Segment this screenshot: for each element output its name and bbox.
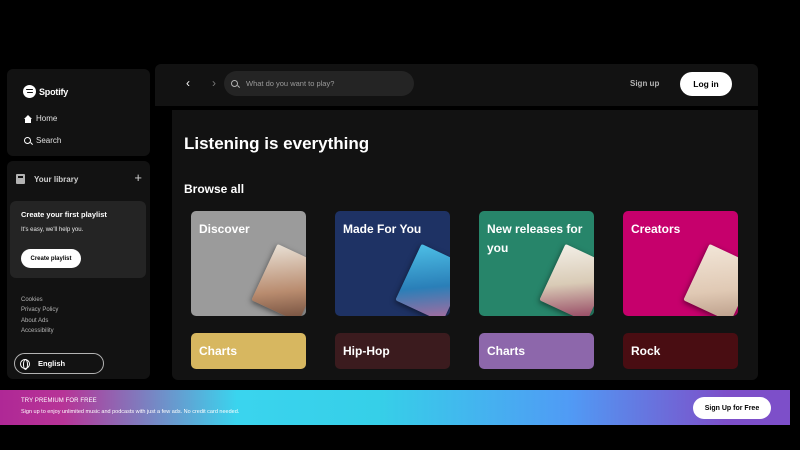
tile-charts[interactable]: Charts [191,333,306,369]
tile-label: Charts [487,344,526,358]
tile-artwork [395,243,450,316]
nav-search-label: Search [36,136,62,145]
tile-hip-hop[interactable]: Hip-Hop [335,333,450,369]
library-icon [16,174,25,184]
create-playlist-subtitle: It's easy, we'll help you. [21,227,84,233]
signup-free-button[interactable]: Sign Up for Free [693,397,771,419]
create-playlist-button[interactable]: Create playlist [21,249,81,268]
main-header: ‹ › Sign up Log in [155,64,758,106]
legal-link-accessibility[interactable]: Accessibility [21,326,58,336]
browse-title: Browse all [184,182,245,196]
tile-label: Discover [199,222,250,236]
sidebar-nav: Spotify Home Search [7,69,150,156]
tile-new-releases[interactable]: New releases for you [479,211,594,316]
library-title: Your library [34,174,79,184]
search-icon [231,79,239,88]
tile-artwork [251,243,306,316]
language-label: English [38,359,66,368]
tile-discover[interactable]: Discover [191,211,306,316]
search-input[interactable] [246,79,406,88]
search-bar[interactable] [224,71,414,96]
banner-title: TRY PREMIUM FOR FREE [21,398,97,404]
page-title: Listening is everything [184,134,370,153]
browse-content: Listening is everything Browse all Disco… [172,110,758,380]
tile-label: Rock [631,344,661,358]
legal-links: Cookies Privacy Policy About Ads Accessi… [21,295,58,336]
tile-rock[interactable]: Rock [623,333,738,369]
back-arrow-icon[interactable]: ‹ [186,77,190,89]
tile-artwork [683,243,738,316]
spotify-logo[interactable]: Spotify [23,85,68,98]
library-header[interactable]: Your library [16,174,78,184]
legal-link-cookies[interactable]: Cookies [21,295,58,305]
premium-banner[interactable]: TRY PREMIUM FOR FREE Sign up to enjoy un… [0,390,790,425]
signup-link[interactable]: Sign up [630,79,659,88]
home-icon [24,114,32,123]
add-playlist-icon[interactable]: + [134,171,142,184]
search-icon [24,136,32,145]
tile-made-for-you[interactable]: Made For You [335,211,450,316]
main-panel: ‹ › Sign up Log in Listening is everythi… [155,64,758,380]
tile-label: Hip-Hop [343,344,390,358]
forward-arrow-icon[interactable]: › [212,77,216,89]
language-button[interactable]: English [14,353,104,374]
tile-creators[interactable]: Creators [623,211,738,316]
legal-link-ads[interactable]: About Ads [21,316,58,326]
create-playlist-title: Create your first playlist [21,210,107,219]
tile-charts-2[interactable]: Charts [479,333,594,369]
login-button[interactable]: Log in [680,72,732,96]
spotify-logo-icon [23,85,36,98]
top-strip [0,0,800,64]
tile-label: Made For You [343,222,422,236]
app-window: Spotify Home Search Your library + Creat… [0,0,800,450]
legal-link-privacy[interactable]: Privacy Policy [21,305,58,315]
nav-home[interactable]: Home [24,114,57,123]
nav-home-label: Home [36,114,58,123]
tile-label: Creators [631,222,681,236]
tile-label: Charts [199,344,238,358]
spotify-logo-text: Spotify [39,86,69,97]
globe-icon [20,358,30,370]
nav-search[interactable]: Search [24,136,61,145]
create-playlist-card: Create your first playlist It's easy, we… [10,201,146,278]
banner-subtitle: Sign up to enjoy unlimited music and pod… [21,409,240,415]
sidebar-library: Your library + Create your first playlis… [7,161,150,379]
